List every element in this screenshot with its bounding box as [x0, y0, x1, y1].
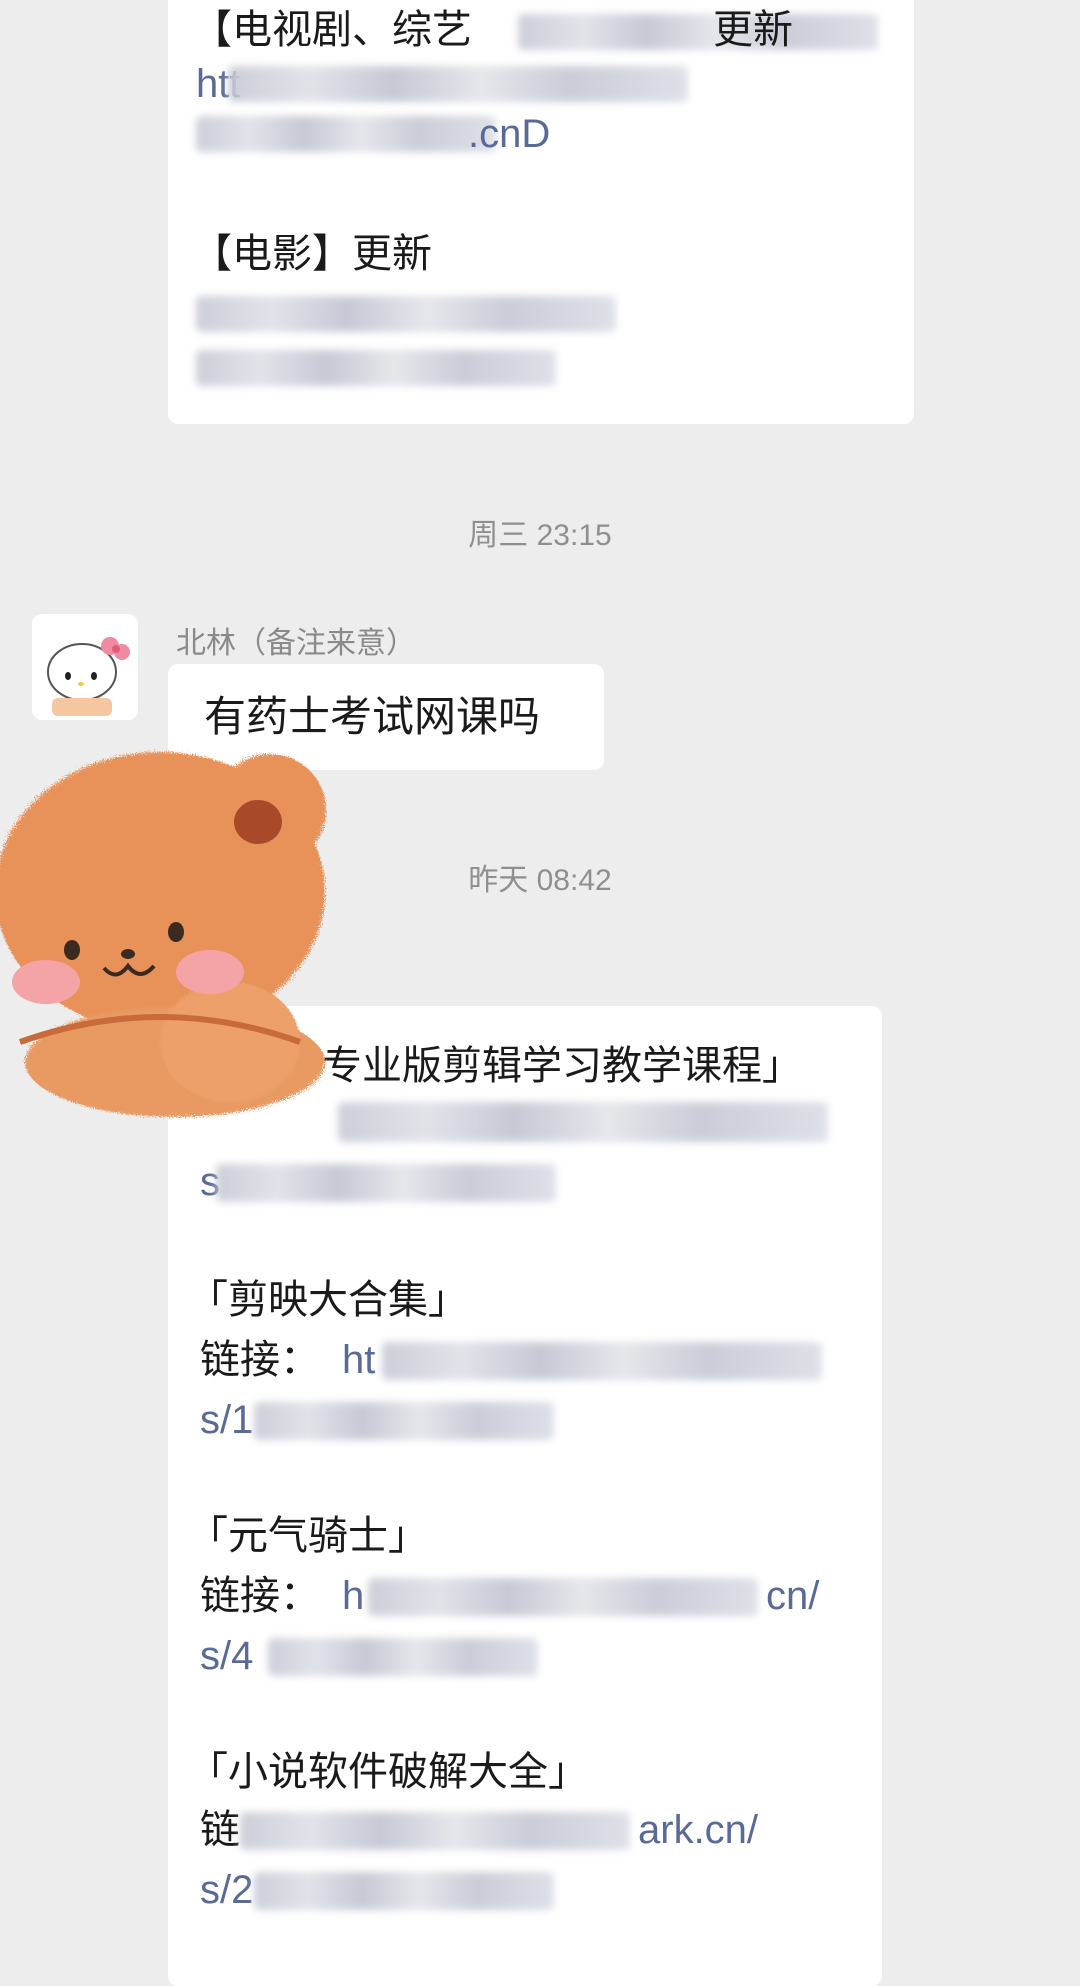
- message-line: 【电视剧、综艺: [192, 8, 472, 52]
- blurred-text: [518, 14, 878, 50]
- link-text[interactable]: s/4: [200, 1632, 253, 1680]
- blurred-link: [254, 1872, 554, 1910]
- message-line: 更新: [713, 8, 793, 52]
- message-line: 【电影】更新: [192, 232, 432, 276]
- blurred-link: [368, 1578, 758, 1616]
- incoming-message-text: 有药士考试网课吗: [204, 693, 541, 740]
- sender-name: 北林（备注来意）: [176, 627, 416, 660]
- message-bubble-links[interactable]: 专业版剪辑学习教学课程」 s 「剪映大合集」 链接： ht s/1 「元气骑士」…: [168, 1006, 882, 1986]
- item-title: 「剪映大合集」: [188, 1278, 468, 1322]
- blurred-link: [254, 1402, 554, 1440]
- timestamp: 周三 23:15: [468, 519, 612, 552]
- message-bubble-top[interactable]: 【电视剧、综艺 更新 htt .cnD 【电影】更新: [168, 0, 914, 424]
- blurred-link: [196, 350, 556, 386]
- blurred-link: [196, 296, 616, 332]
- link-text[interactable]: ht: [342, 1336, 375, 1384]
- link-label: 链: [200, 1808, 240, 1852]
- blurred-link: [338, 1102, 828, 1142]
- blurred-link: [216, 1164, 556, 1202]
- link-label: 链接：: [200, 1338, 320, 1382]
- link-text[interactable]: cn/: [766, 1572, 819, 1620]
- link-text[interactable]: s/2: [200, 1866, 253, 1914]
- link-text[interactable]: h: [342, 1572, 364, 1620]
- link-text[interactable]: .cnD: [468, 110, 550, 158]
- blurred-link: [228, 66, 688, 102]
- blurred-link: [268, 1638, 538, 1676]
- item-title: 专业版剪辑学习教学课程」: [322, 1044, 802, 1088]
- link-label: 链接：: [200, 1574, 320, 1618]
- link-text[interactable]: ark.cn/: [638, 1806, 758, 1854]
- blurred-link: [240, 1812, 630, 1850]
- avatar[interactable]: [32, 614, 138, 720]
- item-title: 「小说软件破解大全」: [188, 1750, 588, 1794]
- link-text[interactable]: s/1: [200, 1396, 253, 1444]
- hello-kitty-avatar-icon: [32, 614, 138, 720]
- orange-bear-sticker-icon: [0, 752, 326, 1117]
- item-title: 「元气骑士」: [188, 1514, 428, 1558]
- blurred-link: [382, 1342, 822, 1380]
- blurred-link: [196, 116, 496, 152]
